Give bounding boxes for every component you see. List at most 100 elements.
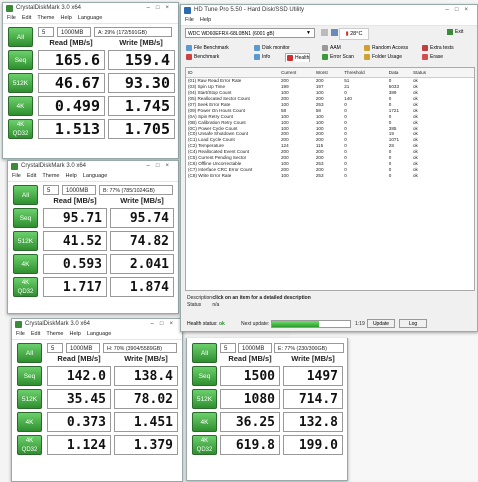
hdtune-titlebar[interactable]: HD Tune Pro 5.50 - Hard Disk/SSD Utility… <box>181 5 477 16</box>
seq-button[interactable]: Seq <box>17 366 42 386</box>
menu-language[interactable]: Language <box>78 15 102 21</box>
menu-help[interactable]: Help <box>60 15 71 21</box>
menu-language[interactable]: Language <box>87 331 111 337</box>
column-threshold[interactable]: Threshold <box>342 68 387 78</box>
window-controls[interactable]: –□× <box>151 319 179 330</box>
menu-theme[interactable]: Theme <box>46 331 63 337</box>
count-select[interactable]: 5 <box>47 343 63 353</box>
smart-header-row: ID Current Worst Threshold Data Status <box>186 68 474 78</box>
cdm2-titlebar[interactable]: CrystalDiskMark 3.0 x64 –□× <box>8 161 178 172</box>
smart-table-panel[interactable]: ID Current Worst Threshold Data Status (… <box>185 67 475 291</box>
column-status[interactable]: Status <box>411 68 474 78</box>
column-data[interactable]: Data <box>386 68 411 78</box>
save-icon[interactable] <box>331 29 338 36</box>
smart-cell: (C8) Write Error Rate <box>188 172 232 178</box>
all-button[interactable]: All <box>8 27 33 47</box>
copy-icon[interactable] <box>321 29 328 36</box>
drive-select[interactable]: H: 70% (3904/5589GB) <box>103 343 177 353</box>
exit-icon[interactable] <box>447 29 453 35</box>
app-icon <box>15 321 22 328</box>
cdm2-body: All 5 1000MB B: 77% (785/1024GB) Read [M… <box>8 182 178 303</box>
menu-file[interactable]: File <box>7 15 16 21</box>
512k-read-value: 35.45 <box>47 389 111 409</box>
next-update-value: 1:19 <box>355 321 365 327</box>
dropdown-arrow-icon[interactable]: ▼ <box>306 30 311 36</box>
tab-disk-monitor[interactable]: Disk monitor <box>253 44 290 52</box>
app-icon <box>6 5 13 12</box>
4k-button[interactable]: 4K <box>13 254 38 274</box>
column-current[interactable]: Current <box>279 68 314 78</box>
all-button[interactable]: All <box>192 343 217 363</box>
512k-button[interactable]: 512K <box>17 389 42 409</box>
tab-extra-tests[interactable]: Extra tests <box>421 44 454 52</box>
menu-help[interactable]: Help <box>65 173 76 179</box>
exit-label[interactable]: Exit <box>455 29 463 35</box>
menu-language[interactable]: Language <box>83 173 107 179</box>
size-select[interactable]: 1000MB <box>62 185 96 195</box>
menu-file[interactable]: File <box>185 17 194 23</box>
tab-info[interactable]: Info <box>253 53 270 61</box>
4k-qd32-button[interactable]: 4K QD32 <box>192 435 217 455</box>
menu-edit[interactable]: Edit <box>22 15 31 21</box>
tab-aam[interactable]: AAM <box>321 44 341 52</box>
4k-qd32-button[interactable]: 4K QD32 <box>8 119 33 139</box>
column-id[interactable]: ID <box>186 68 279 78</box>
cdm-window-1: CrystalDiskMark 3.0 x64 –□× File Edit Theme… <box>2 2 179 159</box>
512k-button[interactable]: 512K <box>8 73 33 93</box>
tab-benchmark[interactable]: Benchmark <box>185 53 219 61</box>
drive-select[interactable]: WDC WD60EFRX-68L0BN1 (6001 gB) <box>185 28 315 38</box>
column-worst[interactable]: Worst <box>313 68 343 78</box>
menu-theme[interactable]: Theme <box>37 15 54 21</box>
all-button[interactable]: All <box>13 185 38 205</box>
tab-folder-usage[interactable]: Folder Usage <box>363 53 402 61</box>
4k-button[interactable]: 4K <box>17 412 42 432</box>
seq-read-value: 1500 <box>220 366 280 386</box>
smart-row[interactable]: (C8) Write Error Rate 100 253 0 0 ok <box>186 172 474 178</box>
drive-select[interactable]: B: 77% (785/1024GB) <box>99 185 173 195</box>
seq-button[interactable]: Seq <box>13 208 38 228</box>
window-controls[interactable]: –□× <box>446 5 474 16</box>
result-row-4k-qd32: 4K QD32 1.513 1.705 <box>8 119 175 139</box>
menu-edit[interactable]: Edit <box>31 331 40 337</box>
count-select[interactable]: 5 <box>220 343 236 353</box>
cdm-window-4: All 5 1000MB E: 77% (230/300GB) Read [MB… <box>186 338 348 481</box>
size-select[interactable]: 1000MB <box>238 343 272 353</box>
log-button[interactable]: Log <box>399 319 427 328</box>
seq-button[interactable]: Seq <box>192 366 217 386</box>
size-select[interactable]: 1000MB <box>57 27 91 37</box>
menu-edit[interactable]: Edit <box>27 173 36 179</box>
512k-button[interactable]: 512K <box>192 389 217 409</box>
cdm3-titlebar[interactable]: CrystalDiskMark 3.0 x64 –□× <box>12 319 182 330</box>
4k-qd32-button[interactable]: 4K QD32 <box>13 277 38 297</box>
4k-qd32-button[interactable]: 4K QD32 <box>17 435 42 455</box>
4k-button[interactable]: 4K <box>8 96 33 116</box>
update-button[interactable]: Update <box>367 319 395 328</box>
tab-random-access[interactable]: Random Access <box>363 44 408 52</box>
4k-read-value: 0.593 <box>43 254 107 274</box>
512k-button[interactable]: 512K <box>13 231 38 251</box>
read-header: Read [MB/s] <box>53 196 97 205</box>
count-select[interactable]: 5 <box>38 27 54 37</box>
tab-error-scan[interactable]: Error Scan <box>321 53 354 61</box>
menu-file[interactable]: File <box>12 173 21 179</box>
all-button[interactable]: All <box>17 343 42 363</box>
menu-help[interactable]: Help <box>69 331 80 337</box>
drive-select[interactable]: A: 29% (172/591GB) <box>94 27 172 37</box>
tab-file-benchmark[interactable]: File Benchmark <box>185 44 229 52</box>
drive-select[interactable]: E: 77% (230/300GB) <box>274 343 344 353</box>
tab-health[interactable]: Health <box>285 53 311 62</box>
cdm1-titlebar[interactable]: CrystalDiskMark 3.0 x64 –□× <box>3 3 178 14</box>
window-controls[interactable]: –□× <box>147 3 175 14</box>
window-controls[interactable]: –□× <box>147 161 175 172</box>
menu-help[interactable]: Help <box>200 17 211 23</box>
menu-theme[interactable]: Theme <box>42 173 59 179</box>
4k-read-value: 36.25 <box>220 412 280 432</box>
cdm1-body: All 5 1000MB A: 29% (172/591GB) Read [MB… <box>3 24 178 145</box>
count-select[interactable]: 5 <box>43 185 59 195</box>
read-header: Read [MB/s] <box>49 38 93 47</box>
4k-button[interactable]: 4K <box>192 412 217 432</box>
seq-button[interactable]: Seq <box>8 50 33 70</box>
size-select[interactable]: 1000MB <box>66 343 100 353</box>
tab-erase[interactable]: Erase <box>421 53 443 61</box>
menu-file[interactable]: File <box>16 331 25 337</box>
